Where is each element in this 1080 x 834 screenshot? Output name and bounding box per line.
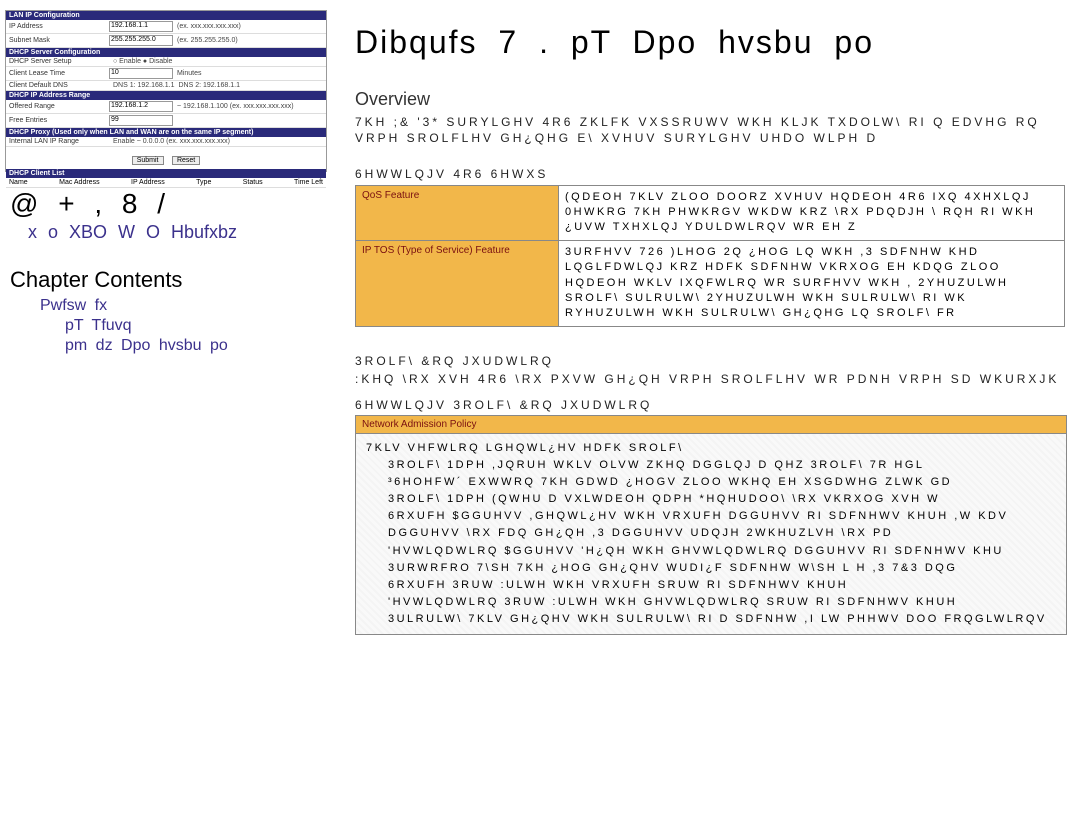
cfg-extra: DNS 1: 192.168.1.1 <box>113 82 175 89</box>
policy-line: 7KLV VHFWLRQ LGHQWL¿HV HDFK SROLF\ <box>366 442 684 454</box>
sidebar-subtitle: x o XBO W O Hbufxbz <box>28 222 330 243</box>
cfg-label: IP Address <box>9 23 109 30</box>
cfg-label: Offered Range <box>9 103 109 110</box>
cfg-extra: (ex. 255.255.255.0) <box>177 37 238 44</box>
cfg-section-header: DHCP Server Configuration <box>6 48 326 57</box>
sidebar: @ + , 8 / x o XBO W O Hbufxbz Chapter Co… <box>10 180 330 357</box>
qos-feature-desc: (QDEOH 7KLV ZLOO DOORZ XVHUV HQDEOH 4R6 … <box>559 185 1065 240</box>
cfg-label: Free Entries <box>9 117 109 124</box>
settings-path: 6HWWLQJV 4R6 6HWXS <box>355 166 1075 182</box>
overview-text: 7KH ;& '3* SURYLGHV 4R6 ZKLFK VXSSRUWV W… <box>355 114 1075 146</box>
contents-header: Chapter Contents <box>10 267 330 293</box>
policy-line: 3ULRULW\ 7KLV GH¿QHV WKH SULRULW\ RI D S… <box>366 611 1060 628</box>
cfg-value: 192.168.1.1 <box>109 21 173 32</box>
cfg-label: Client Lease Time <box>9 70 109 77</box>
cfg-section-header: DHCP Proxy (Used only when LAN and WAN a… <box>6 128 326 137</box>
cfg-label: Subnet Mask <box>9 37 109 44</box>
ip-tos-desc: 3URFHVV 726 )LHOG 2Q ¿HOG LQ WKH ,3 SDFN… <box>559 240 1065 326</box>
chapter-title: Dibqufs 7 . pT Dpo hvsbu po <box>355 24 1075 61</box>
policy-line: 6RXUFH 3RUW :ULWH WKH VRXUFH SRUW RI SDF… <box>366 577 1060 594</box>
submit-button[interactable]: Submit <box>132 156 164 165</box>
policy-line: 3ROLF\ 1DPH (QWHU D VXLWDEOH QDPH *HQHUD… <box>366 491 1060 508</box>
qos-feature-label: QoS Feature <box>356 185 559 240</box>
cfg-section-header: LAN IP Configuration <box>6 11 326 20</box>
policy-intro: :KHQ \RX XVH 4R6 \RX PXVW GH¿QH VRPH SRO… <box>355 371 1075 387</box>
cfg-label: Client Default DNS <box>9 82 109 89</box>
cfg-value: 192.168.1.2 <box>109 101 173 112</box>
policy-line: ³6HOHFW´ EXWWRQ 7KH GDWD ¿HOGV ZLOO WKHQ… <box>366 474 1060 491</box>
policy-line: 3URWRFRO 7\SH 7KH ¿HOG GH¿QHV WUDI¿F SDF… <box>366 560 1060 577</box>
cfg-extra: ○ Enable ● Disable <box>113 58 172 65</box>
cfg-value: 99 <box>109 115 173 126</box>
cfg-extra: (ex. xxx.xxx.xxx.xxx) <box>177 23 241 30</box>
policy-line: 'HVWLQDWLRQ $GGUHVV 'H¿QH WKH GHVWLQDWLR… <box>366 543 1060 560</box>
toc-item-setup[interactable]: pT Tfuvq <box>65 317 330 335</box>
policy-heading: 3ROLF\ &RQ JXUDWLRQ <box>355 353 1075 369</box>
ip-tos-label: IP TOS (Type of Service) Feature <box>356 240 559 326</box>
policy-path: 6HWWLQJV 3ROLF\ &RQ JXUDWLRQ <box>355 397 1075 413</box>
cfg-section-header: DHCP Client List <box>6 169 326 178</box>
cfg-extra: Minutes <box>177 70 202 77</box>
overview-heading: Overview <box>355 89 1075 110</box>
policy-body: 7KLV VHFWLRQ LGHQWL¿HV HDFK SROLF\ 3ROLF… <box>356 434 1067 635</box>
network-admission-policy-table: Network Admission Policy 7KLV VHFWLRQ LG… <box>355 415 1067 635</box>
policy-line: 'HVWLQDWLRQ 3RUW :ULWH WKH GHVWLQDWLRQ S… <box>366 594 1060 611</box>
cfg-value: 10 <box>109 68 173 79</box>
lan-config-thumbnail: LAN IP Configuration IP Address192.168.1… <box>5 10 327 172</box>
toc-item-policy[interactable]: pm dz Dpo hvsbu po <box>65 337 330 355</box>
cfg-extra: Enable ~ 0.0.0.0 (ex. xxx.xxx.xxx.xxx) <box>113 138 230 145</box>
reset-button[interactable]: Reset <box>172 156 200 165</box>
qos-feature-table: QoS Feature (QDEOH 7KLV ZLOO DOORZ XVHUV… <box>355 185 1065 327</box>
policy-table-header: Network Admission Policy <box>356 416 1067 434</box>
toc-item-overview[interactable]: Pwfsw fx <box>40 297 330 315</box>
policy-line: DGGUHVV \RX FDQ GH¿QH ,3 DGGUHVV UDQJH 2… <box>366 525 1060 542</box>
cfg-value: 255.255.255.0 <box>109 35 173 46</box>
cfg-label: DHCP Server Setup <box>9 58 109 65</box>
cfg-extra: DNS 2: 192.168.1.1 <box>179 82 241 89</box>
cfg-extra: ~ 192.168.1.100 (ex. xxx.xxx.xxx.xxx) <box>177 103 294 110</box>
policy-line: 6RXUFH $GGUHVV ,GHQWL¿HV WKH VRXUFH DGGU… <box>366 508 1060 525</box>
policy-line: 3ROLF\ 1DPH ,JQRUH WKLV OLVW ZKHQ DGGLQJ… <box>366 457 1060 474</box>
cfg-label: Internal LAN IP Range <box>9 138 109 145</box>
sidebar-heading: @ + , 8 / <box>10 188 330 220</box>
cfg-section-header: DHCP IP Address Range <box>6 91 326 100</box>
main-content: Dibqufs 7 . pT Dpo hvsbu po Overview 7KH… <box>355 24 1075 635</box>
